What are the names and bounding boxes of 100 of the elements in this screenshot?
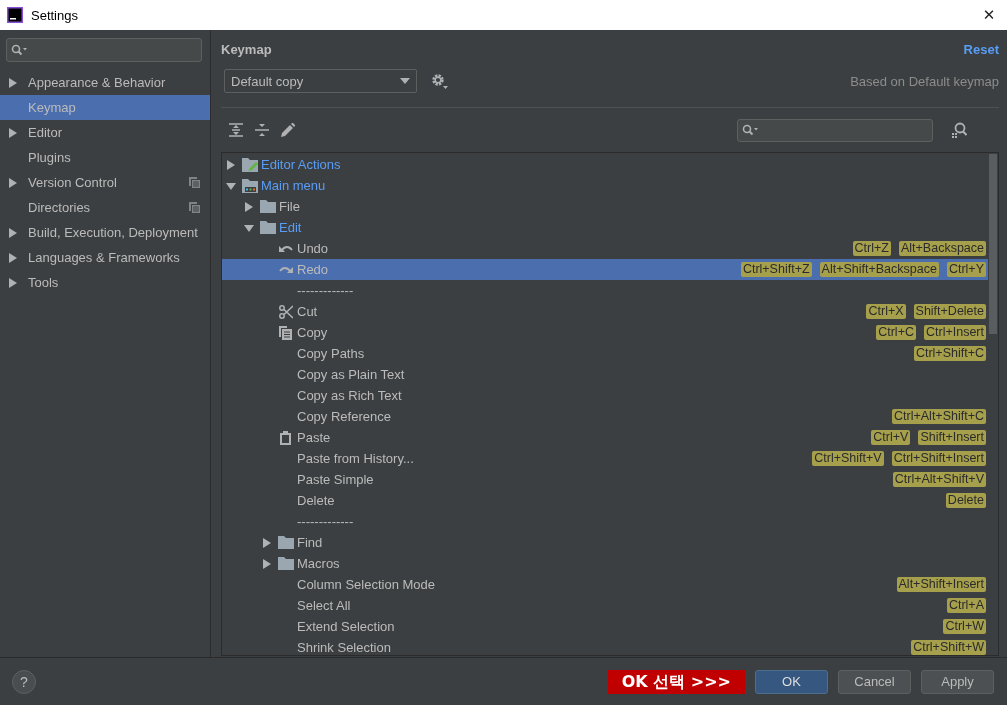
shortcut-badge: Ctrl+Shift+C: [913, 346, 986, 361]
expand-arrow-icon[interactable]: [8, 252, 18, 263]
expand-arrow-icon[interactable]: [8, 177, 18, 188]
tree-label: Copy as Rich Text: [297, 388, 402, 403]
tree-row[interactable]: Delete Delete: [222, 490, 988, 511]
sidebar-item[interactable]: Plugins: [0, 145, 210, 170]
window-title: Settings: [31, 7, 79, 23]
sidebar-item[interactable]: Languages & Frameworks: [0, 245, 210, 270]
shortcut-badge: Ctrl+X: [866, 304, 906, 319]
separator-text: -------------: [297, 514, 354, 529]
tree-label: Paste: [297, 430, 331, 445]
collapse-all-icon[interactable]: [255, 123, 269, 137]
tree-label: Shrink Selection: [297, 640, 391, 655]
tree-row[interactable]: Cut Ctrl+X Shift+Delete: [222, 301, 988, 322]
shortcut-badge: Alt+Shift+Insert: [896, 577, 986, 592]
shortcut-badge: Shift+Insert: [918, 430, 986, 445]
tree-row[interactable]: Copy Reference Ctrl+Alt+Shift+C: [222, 406, 988, 427]
tree-row[interactable]: Shrink Selection Ctrl+Shift+W: [222, 637, 988, 655]
tree-row[interactable]: Copy as Rich Text: [222, 385, 988, 406]
tree-row[interactable]: Find: [222, 532, 988, 553]
sidebar-item[interactable]: Editor: [0, 120, 210, 145]
sidebar-item[interactable]: Build, Execution, Deployment: [0, 220, 210, 245]
tree-row[interactable]: Paste Ctrl+V Shift+Insert: [222, 427, 988, 448]
tree-row[interactable]: Select All Ctrl+A: [222, 595, 988, 616]
shortcut-badge: Ctrl+A: [946, 598, 986, 613]
tree-label: Delete: [297, 493, 335, 508]
shortcut-badge: Ctrl+V: [871, 430, 911, 445]
tree-row[interactable]: Editor Actions: [222, 154, 988, 175]
tree-row[interactable]: Copy Ctrl+C Ctrl+Insert: [222, 322, 988, 343]
expand-arrow-icon[interactable]: [244, 201, 254, 212]
tree-row[interactable]: -------------: [222, 511, 988, 532]
callout-label: OK 선택 >>>: [607, 669, 745, 694]
search-field[interactable]: [737, 118, 933, 142]
expand-arrow-icon[interactable]: [262, 537, 272, 548]
sidebar-label: Appearance & Behavior: [28, 75, 167, 90]
sidebar-label: Languages & Frameworks: [28, 250, 181, 265]
tree-label: Select All: [297, 598, 351, 613]
expand-arrow-icon[interactable]: [8, 77, 18, 88]
folder-icon: [259, 200, 276, 213]
expand-arrow-icon[interactable]: [226, 159, 236, 170]
help-button[interactable]: ?: [12, 669, 36, 694]
tree-row[interactable]: Extend Selection Ctrl+W: [222, 616, 988, 637]
tree-label: Undo: [297, 241, 329, 256]
tree-row[interactable]: Paste Simple Ctrl+Alt+Shift+V: [222, 469, 988, 490]
sidebar-label: Editor: [28, 125, 63, 140]
search-icon: [742, 124, 758, 136]
tree-row[interactable]: Edit: [222, 217, 988, 238]
dialog-button[interactable]: Apply: [921, 669, 994, 694]
expand-arrow-icon[interactable]: [8, 227, 18, 238]
shortcut-badge: Ctrl+C: [876, 325, 916, 340]
sidebar-label: Plugins: [28, 150, 72, 165]
collapse-arrow-icon[interactable]: [226, 180, 236, 191]
expand-all-icon[interactable]: [229, 123, 243, 137]
find-shortcut-icon[interactable]: [951, 122, 967, 138]
sidebar-item[interactable]: Directories: [0, 195, 210, 220]
tree-label: Paste Simple: [297, 472, 374, 487]
sidebar-label: Keymap: [28, 100, 77, 115]
sidebar-item[interactable]: Appearance & Behavior: [0, 70, 210, 95]
pencil-icon[interactable]: [281, 123, 295, 137]
scrollbar-thumb[interactable]: [989, 154, 997, 334]
search-field[interactable]: [6, 38, 202, 62]
tree-label: Main menu: [261, 178, 326, 193]
separator-text: -------------: [297, 283, 354, 298]
expand-arrow-icon[interactable]: [262, 558, 272, 569]
folder-icon: [277, 557, 294, 570]
tree-row[interactable]: Undo Ctrl+Z Alt+Backspace: [222, 238, 988, 259]
collapse-arrow-icon[interactable]: [244, 222, 254, 233]
settings-icon[interactable]: [431, 72, 449, 90]
tree-row[interactable]: Paste from History... Ctrl+Shift+V Ctrl+Shift+Insert: [222, 448, 988, 469]
scissors-icon: [278, 304, 293, 319]
tree-label: Macros: [297, 556, 340, 571]
tree-row[interactable]: Copy as Plain Text: [222, 364, 988, 385]
tree-label: Find: [297, 535, 323, 550]
dialog-button[interactable]: OK: [755, 669, 828, 694]
sidebar-item[interactable]: Tools: [0, 270, 210, 295]
undo-icon: [278, 243, 293, 254]
tree-label: Copy as Plain Text: [297, 367, 405, 382]
dialog-button[interactable]: Cancel: [838, 669, 911, 694]
expand-arrow-icon[interactable]: [8, 127, 18, 138]
tree-label: Edit: [279, 220, 302, 235]
close-button[interactable]: ✕: [975, 6, 1003, 24]
tree-label: Copy Paths: [297, 346, 365, 361]
tree-label: Copy: [297, 325, 328, 340]
tree-label: File: [279, 199, 300, 214]
tree-row[interactable]: Redo Ctrl+Shift+Z Alt+Shift+Backspace Ctrl+Y: [222, 259, 988, 280]
tree-row[interactable]: Column Selection Mode Alt+Shift+Insert: [222, 574, 988, 595]
tree-row[interactable]: Copy Paths Ctrl+Shift+C: [222, 343, 988, 364]
tree-row[interactable]: -------------: [222, 280, 988, 301]
sidebar-label: Version Control: [28, 175, 118, 190]
expand-arrow-icon[interactable]: [8, 277, 18, 288]
section-title: Keymap: [221, 41, 272, 57]
tree-row[interactable]: File: [222, 196, 988, 217]
sidebar-item[interactable]: Version Control: [0, 170, 210, 195]
keymap-dropdown[interactable]: Default copy: [224, 69, 417, 93]
reset-link[interactable]: Reset: [963, 41, 999, 57]
tree-label: Column Selection Mode: [297, 577, 436, 592]
tree-row[interactable]: Main menu: [222, 175, 988, 196]
tree-label: Paste from History...: [297, 451, 414, 466]
tree-row[interactable]: Macros: [222, 553, 988, 574]
copy-icon: [279, 325, 292, 340]
